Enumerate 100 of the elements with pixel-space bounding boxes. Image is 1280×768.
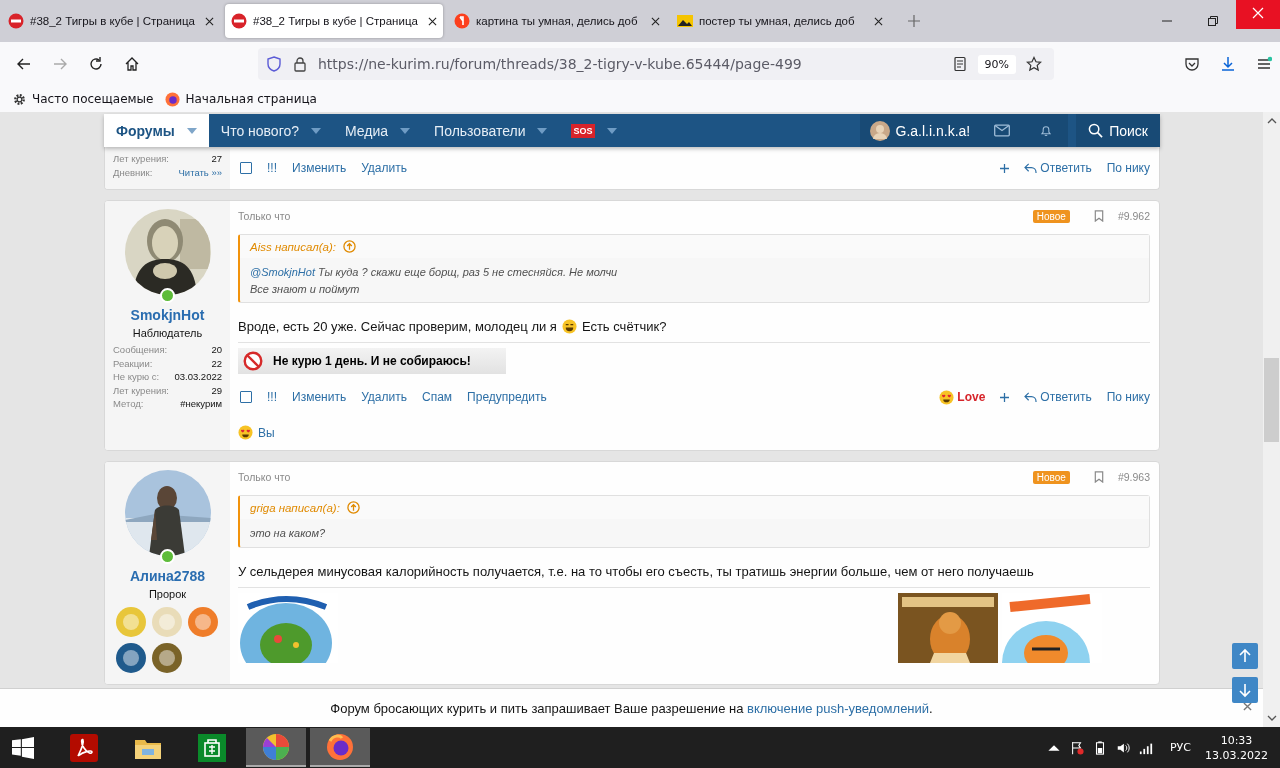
yandex-icon: [454, 13, 470, 29]
browser-tab[interactable]: картина ты умная, делись доб: [448, 4, 666, 38]
menu-icon[interactable]: [1256, 56, 1272, 72]
stat-label: Дневник:: [113, 165, 153, 179]
search-button[interactable]: Поиск: [1076, 114, 1160, 147]
speaker-icon[interactable]: [1116, 740, 1130, 755]
arrow-up-icon[interactable]: [343, 240, 356, 253]
post-number[interactable]: #9.962: [1117, 210, 1150, 222]
input-language[interactable]: РУС: [1170, 741, 1191, 754]
post-text: У сельдерея минусовая калорийность получается, т.е. на то чтобы его съесть, ты тратишь энергии больше, чем от него получаешь: [238, 563, 1034, 579]
bookmark-icon[interactable]: [1093, 210, 1104, 222]
battery-icon[interactable]: [1093, 740, 1107, 755]
nav-tab[interactable]: Медиа: [333, 114, 423, 147]
push-notifications-link[interactable]: включение push-уведомлений: [747, 700, 930, 716]
bookmark-item[interactable]: Начальная страница: [165, 91, 317, 107]
reply-link[interactable]: Ответить: [1024, 161, 1092, 175]
bookmark-item[interactable]: Часто посещаемые: [12, 91, 154, 107]
firefox-icon: [326, 732, 354, 761]
heart-eyes-emoji-icon: [939, 389, 955, 405]
post-time[interactable]: Только что: [238, 210, 291, 222]
close-icon[interactable]: [874, 16, 883, 26]
stat-value: 22: [211, 356, 222, 370]
read-diary-link[interactable]: Читать »»: [178, 165, 222, 179]
action-link[interactable]: !!!: [267, 390, 277, 404]
color-wheel-icon: [262, 732, 290, 761]
avatar-icon: [869, 120, 890, 141]
stat-value: #некурим: [180, 397, 222, 411]
gear-icon: [12, 91, 27, 107]
mention-link[interactable]: @SmokjnHot: [250, 266, 315, 278]
close-icon[interactable]: [428, 16, 437, 26]
address-bar[interactable]: https://ne-kurim.ru/forum/threads/38_2-tigry-v-kube.65444/page-499 90%: [258, 48, 1054, 80]
arrow-up-icon[interactable]: [346, 501, 360, 514]
plus-icon[interactable]: [1000, 163, 1010, 173]
action-link[interactable]: Удалить: [361, 161, 407, 175]
caret-icon[interactable]: [311, 127, 321, 134]
close-icon[interactable]: [651, 16, 660, 26]
nav-tab[interactable]: Форумы: [104, 114, 209, 147]
reply-link[interactable]: Ответить: [1024, 390, 1092, 404]
browser-tab[interactable]: #38_2 Тигры в кубе | Страница: [225, 4, 443, 38]
pdf-reader-icon: [70, 733, 98, 762]
reload-icon[interactable]: [88, 56, 104, 72]
post-text: Вроде, есть 20 уже. Сейчас проверим, молодец ли я: [238, 319, 557, 334]
stat-value: 20: [211, 343, 222, 357]
username-link[interactable]: Алина2788: [130, 568, 205, 584]
reacted-by-link[interactable]: Вы: [258, 425, 275, 440]
post-time[interactable]: Только что: [238, 471, 291, 483]
quote-text: @SmokjnHot Ты куда ? скажи еще борщ, раз 5 не стесняйся. Не молчи: [250, 265, 619, 280]
scrollbar[interactable]: [1263, 112, 1280, 727]
pocket-icon[interactable]: [1184, 56, 1200, 72]
action-link[interactable]: !!!: [267, 161, 277, 175]
stat-value: 03.03.2022: [174, 370, 222, 384]
signature-banner: Не курю 1 день. И не собираюсь!: [238, 348, 506, 374]
home-icon[interactable]: [124, 56, 140, 72]
star-icon[interactable]: [1026, 56, 1042, 72]
caret-icon[interactable]: [537, 127, 548, 134]
scrollbar-thumb[interactable]: [1264, 358, 1279, 442]
user-title: Наблюдатель: [132, 327, 203, 339]
bookmark-icon[interactable]: [1093, 471, 1104, 483]
caret-icon[interactable]: [606, 127, 617, 134]
browser-tab[interactable]: постер ты умная, делись доб: [671, 4, 889, 38]
caret-icon[interactable]: [400, 127, 411, 134]
stat-label: Метод:: [113, 397, 144, 411]
by-nick-link[interactable]: По нику: [1106, 161, 1150, 175]
stat-label: Не курю с:: [113, 370, 160, 384]
reaction-button[interactable]: Love: [939, 389, 986, 405]
post-number[interactable]: #9.963: [1117, 471, 1150, 483]
stat-value: 27: [211, 152, 222, 166]
quote-text: это на каком?: [250, 526, 327, 541]
clock[interactable]: 10:33 13.03.2022: [1205, 732, 1268, 763]
caret-icon[interactable]: [186, 127, 197, 134]
browser-tab[interactable]: #38_2 Тигры в кубе | Страница: [2, 4, 220, 38]
nav-tab[interactable]: SOS: [559, 114, 629, 147]
action-link[interactable]: Удалить: [361, 390, 407, 404]
action-link[interactable]: Спам: [422, 390, 453, 404]
username-link[interactable]: SmokjnHot: [130, 307, 205, 323]
download-icon[interactable]: [1220, 56, 1236, 72]
new-tab-icon[interactable]: [908, 15, 920, 27]
notice-text: Форум бросающих курить и пить запрашивает Ваше разрешение на включение push-уведомлений.: [330, 700, 933, 716]
action-link[interactable]: Изменить: [292, 161, 347, 175]
scroll-down-button[interactable]: [1232, 677, 1258, 703]
stat-label: Реакции:: [113, 356, 153, 370]
search-icon: [1088, 123, 1104, 138]
stat-label: Лет курения:: [113, 383, 169, 397]
nav-tab[interactable]: Что нового?: [208, 114, 333, 147]
plus-icon[interactable]: [1000, 392, 1010, 402]
action-link[interactable]: Предупредить: [467, 390, 547, 404]
select-checkbox[interactable]: [240, 162, 252, 174]
stop-sign-icon: [8, 13, 24, 29]
zoom-level[interactable]: 90%: [977, 54, 1016, 74]
reader-view-icon[interactable]: [951, 56, 968, 72]
scroll-up-button[interactable]: [1232, 643, 1258, 669]
action-link[interactable]: Изменить: [292, 390, 347, 404]
back-icon[interactable]: [16, 56, 32, 72]
grin-emoji-icon: [561, 319, 577, 334]
nav-tab[interactable]: Пользователи: [422, 114, 560, 147]
flag-icon[interactable]: [1070, 740, 1084, 755]
by-nick-link[interactable]: По нику: [1106, 390, 1150, 404]
close-icon[interactable]: [205, 16, 214, 26]
user-title: Пророк: [148, 588, 187, 600]
select-checkbox[interactable]: [240, 391, 252, 403]
